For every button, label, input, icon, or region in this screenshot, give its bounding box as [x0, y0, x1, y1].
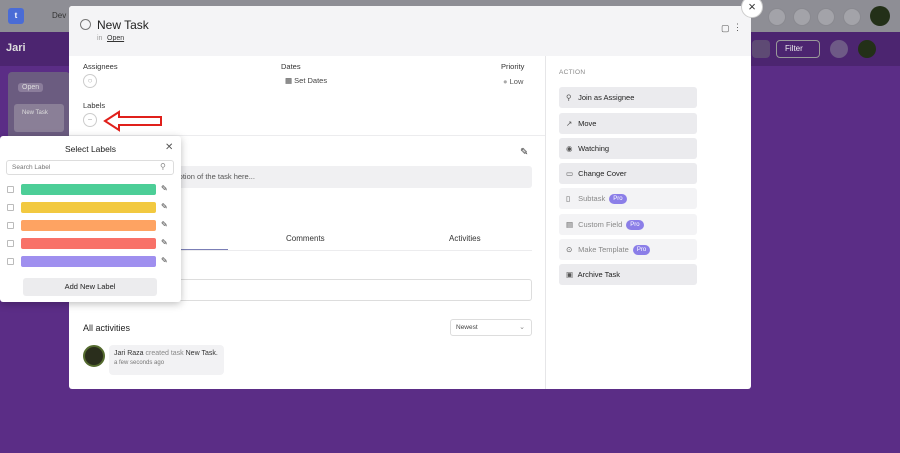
more-options-icon[interactable]: ⋮ [733, 22, 742, 33]
in-label: in [97, 35, 103, 42]
priority-value[interactable]: ● Low [503, 77, 523, 86]
calendar-icon: ▦ [285, 76, 295, 85]
user-avatar[interactable] [870, 6, 890, 26]
list-link[interactable]: Open [107, 35, 124, 42]
edit-label-icon[interactable]: ✎ [161, 238, 168, 247]
arrow-icon: ↗ [566, 119, 573, 128]
activity-item: Jari Raza created task New Task. a few s… [109, 345, 224, 375]
archive-task-button[interactable]: ▣ Archive Task [559, 264, 697, 285]
label-color-purple[interactable] [21, 256, 156, 267]
tab-activities[interactable]: Activities [449, 234, 481, 243]
subtask-icon: ▯ [566, 194, 571, 203]
image-icon: ▭ [566, 169, 574, 178]
watching-button[interactable]: ◉ Watching [559, 138, 697, 159]
activity-target: New Task. [185, 350, 218, 357]
edit-label-icon[interactable]: ✎ [161, 202, 168, 211]
labels-label: Labels [83, 101, 106, 110]
label-checkbox[interactable] [7, 186, 14, 193]
edit-description-icon[interactable]: ✎ [520, 147, 528, 158]
tab-comments[interactable]: Comments [286, 234, 325, 243]
activity-user[interactable]: Jari Raza [114, 350, 144, 357]
close-icon: × [748, 0, 756, 14]
button-label: Archive Task [577, 270, 621, 279]
action-heading: ACTION [559, 69, 586, 76]
board-avatar[interactable] [858, 40, 876, 58]
assignees-label: Assignees [83, 62, 118, 71]
activity-time: a few seconds ago [114, 360, 165, 366]
label-color-red[interactable] [21, 238, 156, 249]
edit-label-icon[interactable]: ✎ [161, 220, 168, 229]
label-color-orange[interactable] [21, 220, 156, 231]
pro-badge: Pro [609, 194, 627, 204]
filter-button[interactable]: Filter [776, 40, 820, 58]
move-button[interactable]: ↗ Move [559, 113, 697, 134]
column-title: Open [18, 83, 44, 92]
button-label: Custom Field [578, 220, 623, 229]
archive-icon: ▣ [566, 270, 574, 279]
pro-badge: Pro [626, 220, 644, 230]
label-checkbox[interactable] [7, 204, 14, 211]
button-label: Change Cover [578, 169, 627, 178]
activity-avatar [83, 345, 105, 367]
edit-label-icon[interactable]: ✎ [161, 184, 168, 193]
label-checkbox[interactable] [7, 240, 14, 247]
button-label: Subtask [578, 194, 606, 203]
label-color-green[interactable] [21, 184, 156, 195]
user-icon: ⚲ [566, 93, 572, 102]
view-button[interactable] [752, 40, 770, 58]
app-logo-icon[interactable]: t [8, 8, 24, 24]
popup-title: Select Labels [64, 144, 117, 154]
sort-select[interactable]: Newest ⌄ [450, 319, 532, 336]
button-label: Watching [578, 144, 610, 153]
sort-value: Newest [456, 324, 478, 331]
board-title[interactable]: Jari [6, 42, 26, 54]
join-assignee-button[interactable]: ⚲ Join as Assignee [559, 87, 697, 108]
make-template-button[interactable]: ⊙ Make Template Pro [559, 239, 697, 260]
dates-label: Dates [281, 62, 301, 71]
complete-toggle-icon[interactable] [80, 19, 91, 30]
set-dates-text: Set Dates [294, 76, 328, 85]
button-label: Join as Assignee [578, 93, 635, 102]
fullscreen-icon[interactable] [843, 8, 861, 26]
topbar-button[interactable] [793, 8, 811, 26]
template-icon: ⊙ [566, 245, 573, 254]
chevron-down-icon: ⌄ [519, 324, 525, 331]
add-new-label-button[interactable]: Add New Label [23, 278, 157, 296]
workspace-name[interactable]: Dev [52, 11, 66, 20]
red-arrow-annotation [103, 110, 162, 132]
priority-text: Low [509, 77, 524, 86]
button-label: Make Template [578, 245, 629, 254]
change-cover-button[interactable]: ▭ Change Cover [559, 163, 697, 184]
priority-label: Priority [501, 62, 525, 71]
field-icon: ▤ [566, 220, 574, 229]
chat-icon[interactable]: ▢ [721, 23, 730, 34]
label-checkbox[interactable] [7, 222, 14, 229]
close-icon[interactable]: ✕ [165, 142, 173, 153]
add-label-icon[interactable]: − [83, 113, 97, 127]
search-label-input[interactable] [6, 160, 174, 175]
task-card[interactable]: New Task [14, 104, 64, 132]
member-icon[interactable] [830, 40, 848, 58]
pro-badge: Pro [632, 245, 651, 255]
activity-action: created task [145, 350, 184, 357]
priority-dot-icon: ● [503, 77, 510, 86]
task-title[interactable]: New Task [97, 18, 149, 32]
eye-icon: ◉ [566, 144, 573, 153]
set-dates-button[interactable]: ▦ Set Dates [285, 76, 327, 85]
select-labels-popup: Select Labels ✕ ⚲ ✎ ✎ ✎ ✎ ✎ Add New Labe… [0, 136, 181, 302]
subtask-button[interactable]: ▯ Subtask Pro [559, 188, 697, 209]
label-color-yellow[interactable] [21, 202, 156, 213]
search-icon: ⚲ [160, 162, 166, 171]
label-checkbox[interactable] [7, 258, 14, 265]
topbar-button[interactable] [768, 8, 786, 26]
button-label: Move [578, 119, 597, 128]
add-assignee-icon[interactable]: ○ [83, 74, 97, 88]
activities-heading: All activities [83, 323, 131, 333]
custom-field-button[interactable]: ▤ Custom Field Pro [559, 214, 697, 235]
edit-label-icon[interactable]: ✎ [161, 256, 168, 265]
modal-header [69, 6, 751, 56]
panel-divider [545, 56, 546, 389]
add-icon[interactable] [817, 8, 835, 26]
